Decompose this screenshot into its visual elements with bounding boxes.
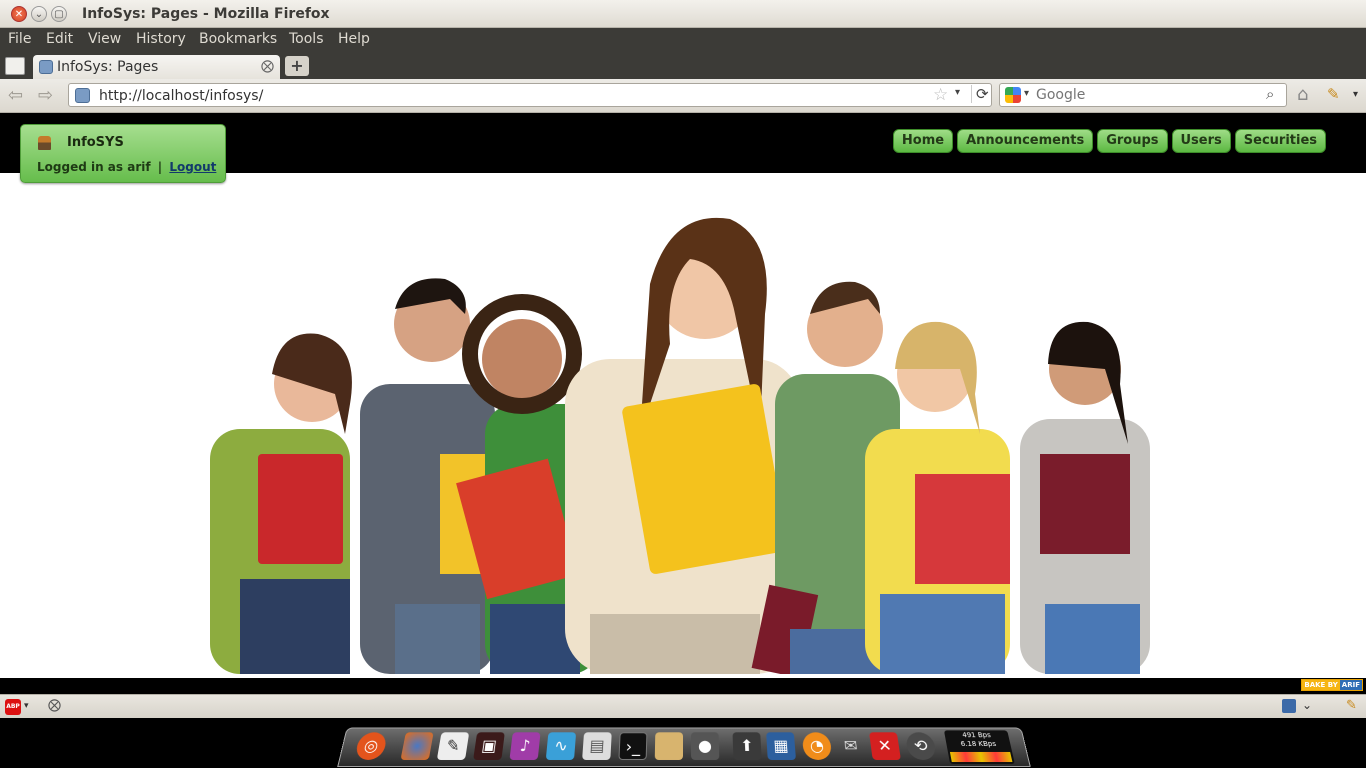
webcam-icon[interactable]: ● xyxy=(690,732,720,760)
addon-icon[interactable]: ✎ xyxy=(1327,85,1340,103)
owl-logo-icon xyxy=(38,136,51,150)
adblock-icon[interactable]: ABP xyxy=(5,699,21,715)
menu-help[interactable]: Help xyxy=(338,31,370,47)
remote-desktop-icon[interactable]: ▦ xyxy=(766,732,797,760)
menu-bookmarks[interactable]: Bookmarks xyxy=(199,31,277,47)
folder-icon[interactable] xyxy=(654,732,684,760)
student-figure-4 xyxy=(565,217,800,674)
students-hero-image xyxy=(210,217,1150,674)
logged-in-text: Logged in as arif xyxy=(37,160,151,174)
nav-users-button[interactable]: Users xyxy=(1171,129,1231,153)
firefox-icon[interactable] xyxy=(400,732,434,760)
menu-tools[interactable]: Tools xyxy=(289,31,324,47)
tab-infosys-pages[interactable]: InfoSys: Pages ⨂ xyxy=(33,55,280,79)
tab-label: InfoSys: Pages xyxy=(57,59,159,75)
search-icon[interactable]: ⌕ xyxy=(1266,85,1274,103)
window-title: InfoSys: Pages - Mozilla Firefox xyxy=(82,6,330,22)
menu-edit[interactable]: Edit xyxy=(46,31,73,47)
window-maximize-button[interactable]: ▢ xyxy=(51,6,67,22)
site-identity-icon[interactable] xyxy=(75,88,90,103)
page-favicon-icon xyxy=(39,60,53,74)
search-bar: ▾ ⌕ xyxy=(999,83,1287,107)
nav-home-button[interactable]: Home xyxy=(892,129,954,153)
navigation-toolbar: ⇦ ⇨ http://localhost/infosys/ ☆ ▾ ⟳ ▾ ⌕ … xyxy=(0,79,1366,113)
adblock-dropdown-icon[interactable]: ▾ xyxy=(24,701,29,711)
network-monitor-widget[interactable]: 491 Bps 6.18 KBps xyxy=(943,730,1015,765)
url-bar[interactable]: http://localhost/infosys/ ☆ ▾ ⟳ xyxy=(68,83,992,107)
menu-view[interactable]: View xyxy=(88,31,121,47)
status-addon-icon[interactable]: ✎ xyxy=(1346,698,1357,713)
addon-bar-close-icon[interactable]: ⨂ xyxy=(48,698,61,713)
url-history-dropdown-icon[interactable]: ▾ xyxy=(955,87,960,98)
made-by-badge[interactable]: BAKE BY ARIF xyxy=(1301,679,1363,691)
clock-icon[interactable]: ◔ xyxy=(801,732,833,760)
network-graph xyxy=(949,751,1013,763)
file-cabinet-icon[interactable]: ▤ xyxy=(582,732,612,760)
student-figure-1 xyxy=(210,333,352,674)
sync-icon[interactable]: ⟲ xyxy=(904,732,938,760)
terminal-app-icon[interactable]: ▣ xyxy=(473,732,505,760)
bookmark-star-icon[interactable]: ☆ xyxy=(933,85,948,105)
tool-dropdown-icon[interactable]: ⌄ xyxy=(1302,698,1312,712)
nav-securities-button[interactable]: Securities xyxy=(1234,129,1326,153)
student-figure-7 xyxy=(1020,321,1150,674)
search-engine-dropdown-icon[interactable]: ▾ xyxy=(1024,88,1029,99)
system-monitor-icon[interactable]: ∿ xyxy=(545,732,577,760)
google-search-engine-icon[interactable] xyxy=(1005,87,1021,103)
made-by-label: BAKE BY xyxy=(1302,680,1340,690)
desktop-dock-area: ◎ ✎ ▣ ♪ ∿ ▤ ›_ ● ⬆ ▦ ◔ ✉ ✕ ⟲ 491 Bps 6.1… xyxy=(0,718,1366,768)
tab-groups-button[interactable] xyxy=(5,57,25,75)
addon-dropdown-icon[interactable]: ▾ xyxy=(1353,89,1358,100)
network-download-rate: 6.18 KBps xyxy=(959,740,997,748)
page-content: InfoSYS Logged in as arif | Logout Home … xyxy=(0,114,1366,694)
media-app-icon[interactable]: ♪ xyxy=(509,732,541,760)
window-minimize-button[interactable]: ⌄ xyxy=(31,6,47,22)
site-brand: InfoSYS xyxy=(67,135,124,150)
tab-bar: InfoSys: Pages ⨂ + xyxy=(0,52,1366,79)
user-info-box: InfoSYS Logged in as arif | Logout xyxy=(20,124,226,183)
login-separator: | xyxy=(157,160,163,174)
close-app-icon[interactable]: ✕ xyxy=(869,732,901,760)
browser-status-bar: ABP ▾ ⨂ ⌄ ✎ xyxy=(0,694,1366,718)
menu-bar: File Edit View History Bookmarks Tools H… xyxy=(0,28,1366,52)
ubuntu-launcher-icon[interactable]: ◎ xyxy=(354,732,389,760)
site-navigation: Home Announcements Groups Users Securiti… xyxy=(892,129,1326,153)
upload-icon[interactable]: ⬆ xyxy=(732,732,762,760)
home-icon[interactable]: ⌂ xyxy=(1297,84,1308,105)
volume-mail-icon[interactable]: ✉ xyxy=(835,732,866,760)
window-close-button[interactable]: ✕ xyxy=(11,6,27,22)
translate-icon[interactable] xyxy=(1282,699,1296,713)
url-text[interactable]: http://localhost/infosys/ xyxy=(99,88,263,104)
nav-groups-button[interactable]: Groups xyxy=(1097,129,1168,153)
search-input[interactable] xyxy=(1036,86,1256,104)
forward-icon[interactable]: ⇨ xyxy=(38,85,53,106)
site-header: InfoSYS Logged in as arif | Logout Home … xyxy=(0,114,1366,183)
back-icon[interactable]: ⇦ xyxy=(8,85,23,106)
menu-file[interactable]: File xyxy=(8,31,31,47)
logout-link[interactable]: Logout xyxy=(169,160,216,174)
site-footer: BAKE BY ARIF xyxy=(0,678,1366,694)
text-editor-icon[interactable]: ✎ xyxy=(436,732,470,760)
tab-close-icon[interactable]: ⨂ xyxy=(261,59,274,74)
terminal-icon[interactable]: ›_ xyxy=(618,732,648,760)
new-tab-button[interactable]: + xyxy=(285,56,309,76)
dock: ◎ ✎ ▣ ♪ ∿ ▤ ›_ ● ⬆ ▦ ◔ ✉ ✕ ⟲ 491 Bps 6.1… xyxy=(337,727,1031,768)
network-upload-rate: 491 Bps xyxy=(961,731,992,740)
menu-history[interactable]: History xyxy=(136,31,186,47)
reload-icon[interactable]: ⟳ xyxy=(971,85,989,103)
made-by-author: ARIF xyxy=(1339,680,1362,690)
window-title-bar: ✕ ⌄ ▢ InfoSys: Pages - Mozilla Firefox xyxy=(0,0,1366,28)
student-figure-6 xyxy=(865,321,1010,674)
nav-announcements-button[interactable]: Announcements xyxy=(957,129,1094,153)
login-status: Logged in as arif | Logout xyxy=(37,160,216,174)
